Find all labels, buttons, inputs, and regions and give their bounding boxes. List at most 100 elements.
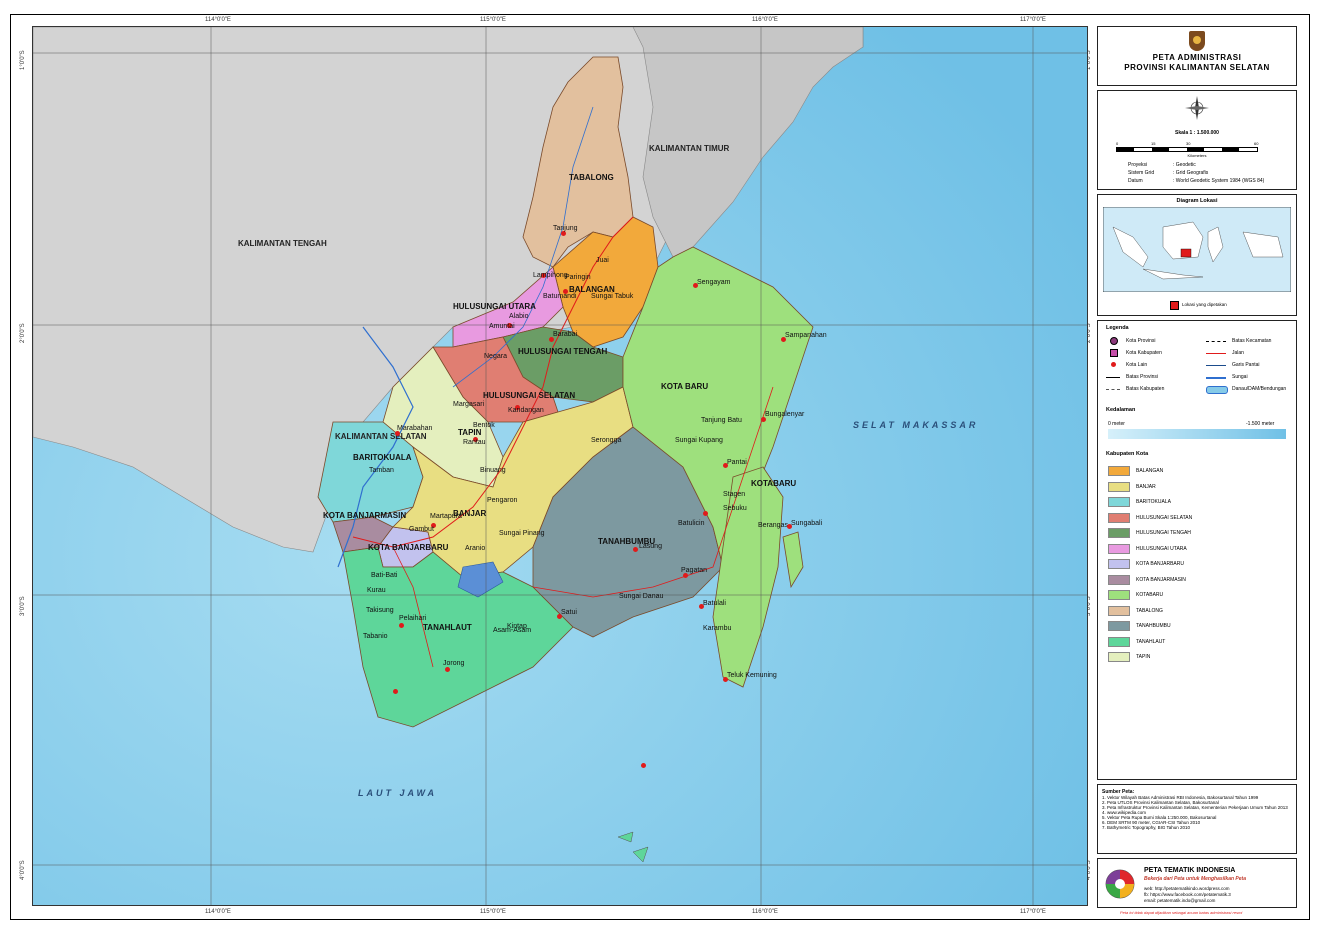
inset-map[interactable] — [1103, 207, 1291, 292]
town-satui: Satui — [561, 609, 577, 616]
scale-unit: Kilometers — [1187, 153, 1207, 158]
source-7: 7. Bathymetric Topography, BIG Tahun 201… — [1102, 825, 1191, 830]
town-rantau: Rantau — [463, 439, 486, 446]
kab-swatch — [1108, 574, 1130, 585]
batas-kabupaten-icon — [1106, 389, 1120, 390]
kab-swatch — [1108, 621, 1130, 631]
kota-kabupaten-icon — [1110, 349, 1118, 357]
town-pengaron: Pengaron — [487, 497, 518, 504]
label-kotabaru: KOTA BARU — [661, 382, 709, 391]
town-sungai-kupang: Sungai Kupang — [675, 437, 723, 444]
scale-bar — [1116, 147, 1258, 152]
depth-max: -1.500 meter — [1246, 421, 1275, 427]
proj-key-0: Proyeksi — [1128, 162, 1148, 168]
scale-tick-60: 60 — [1254, 141, 1259, 146]
label-tapin: TAPIN — [458, 428, 482, 437]
label-kalsel: KALIMANTAN SELATAN — [335, 432, 427, 441]
town-jorong: Jorong — [443, 660, 465, 667]
label-selat-makassar: SELAT MAKASSAR — [853, 420, 979, 430]
title-panel: PETA ADMINISTRASI PROVINSI KALIMANTAN SE… — [1097, 26, 1297, 86]
coord-left-3: 3°0'0"S — [20, 596, 26, 616]
town-amuntai: Amuntai — [489, 323, 515, 330]
coord-top-1: 114°0'0"E — [205, 17, 231, 23]
batas-provinsi-icon — [1106, 377, 1120, 378]
kab-swatch — [1108, 652, 1130, 662]
peta-tematik-logo-icon — [1105, 869, 1135, 899]
kab-label: HULUSUNGAI TENGAH — [1136, 530, 1191, 536]
kab-label: KOTA BANJARBARU — [1136, 561, 1184, 567]
legend-item-garis-pantai: Garis Pantai — [1232, 362, 1260, 368]
town-kandangan: Kandangan — [508, 407, 544, 414]
scale-panel: Skala 1 : 1.500.000 0 15 30 60 Kilometer… — [1097, 90, 1297, 190]
town-pelaihari: Pelaihari — [399, 615, 427, 622]
legend-item-kota-provinsi: Kota Provinsi — [1126, 338, 1156, 344]
label-tanahlaut: TANAHLAUT — [423, 623, 472, 632]
map-canvas[interactable]: KALIMANTAN TENGAH KALIMANTAN TIMUR KALIM… — [32, 26, 1088, 906]
label-kaltim: KALIMANTAN TIMUR — [649, 144, 730, 153]
legend-item-kota-kabupaten: Kota Kabupaten — [1126, 350, 1162, 356]
kab-label: KOTA BANJARMASIN — [1136, 576, 1186, 583]
town-tanjung: Tanjung — [553, 225, 578, 232]
town-juai: Juai — [596, 257, 609, 264]
town-binuang: Binuang — [480, 467, 506, 474]
logo-slogan: Bekerja dari Peta untuk Menghasilkan Pet… — [1144, 876, 1246, 882]
town-alabio: Alabio — [509, 313, 529, 320]
town-paringin: Paringin — [565, 274, 591, 281]
town-aranio: Aranio — [465, 545, 486, 552]
town-sebuku: Sebuku — [723, 505, 747, 512]
kab-swatch — [1108, 590, 1130, 600]
proj-val-0: : Geodetic — [1173, 162, 1196, 168]
kab-swatch — [1108, 636, 1130, 647]
town-tanjung-batu: Tanjung Batu — [701, 417, 742, 424]
kab-label: BANJAR — [1136, 483, 1156, 490]
logo-fb[interactable]: fb: https://www.facebook.com/petatematik… — [1144, 892, 1231, 897]
coord-bottom-2: 115°0'0"E — [480, 909, 506, 915]
inset-panel: Diagram Lokasi Lokasi yang dipetakan — [1097, 194, 1297, 316]
town-pantai: Pantai — [727, 459, 747, 466]
town-dot — [641, 763, 646, 768]
coord-left-2: 2°0'0"S — [20, 323, 26, 343]
legend-item-batas-provinsi: Batas Provinsi — [1126, 374, 1158, 380]
inset-title: Diagram Lokasi — [1176, 198, 1218, 204]
town-tamban: Tamban — [369, 467, 394, 474]
title-line-1: PETA ADMINISTRASI — [1152, 53, 1242, 62]
logo-web[interactable]: web: http://petatematikindo.wordpress.co… — [1144, 886, 1230, 891]
kab-label: TAPIN — [1136, 654, 1151, 660]
town-sungabali: Sungabali — [791, 520, 823, 527]
kab-swatch — [1108, 466, 1130, 476]
kab-swatch — [1108, 528, 1130, 538]
label-kota-banjarbaru: KOTA BANJARBARU — [368, 543, 449, 552]
logo-email[interactable]: email: petatematik.indo@gmail.com — [1144, 898, 1215, 903]
proj-key-2: Datum — [1128, 178, 1143, 184]
coord-left-1: 1°0'0"S — [20, 50, 26, 70]
town-sungai-danau: Sungai Danau — [619, 593, 664, 600]
kota-provinsi-icon — [1110, 337, 1118, 345]
town-bentok: Bentok — [473, 422, 495, 429]
kab-swatch — [1108, 497, 1130, 507]
label-tabalong: TABALONG — [569, 173, 614, 182]
kab-label: TANAHLAUT — [1136, 638, 1166, 645]
legend-title: Legenda — [1106, 325, 1129, 331]
label-hst: HULUSUNGAI TENGAH — [518, 347, 608, 356]
town-batumandi: Batumandi — [543, 293, 577, 300]
label-laut-jawa: LAUT JAWA — [358, 788, 438, 798]
town-bati-bati: Bati-Bati — [371, 572, 398, 579]
proj-val-1: : Grid Geografis — [1173, 170, 1209, 176]
coord-left-4: 4°0'0"S — [20, 860, 26, 880]
label-kota-banjarmasin: KOTA BANJARMASIN — [323, 511, 407, 520]
kab-title: Kabupaten Kota — [1106, 451, 1149, 457]
coord-top-4: 117°0'0"E — [1020, 17, 1046, 23]
compass-icon — [1185, 96, 1209, 120]
town-dot — [703, 511, 708, 516]
inset-legend-label: Lokasi yang dipetakan — [1182, 302, 1227, 307]
town-karambu: Karambu — [703, 625, 732, 632]
logo-panel: PETA TEMATIK INDONESIA Bekerja dari Peta… — [1097, 858, 1297, 908]
label-baritokuala: BARITOKUALA — [353, 453, 412, 462]
batas-kecamatan-icon — [1206, 341, 1226, 342]
town-sengayam: Sengayam — [697, 279, 731, 286]
scale-text: Skala 1 : 1.500.000 — [1175, 130, 1219, 136]
inset-legend-swatch — [1170, 301, 1179, 310]
town-tabanio: Tabanio — [363, 633, 388, 640]
town-kurau: Kurau — [367, 587, 386, 594]
logo-title: PETA TEMATIK INDONESIA — [1144, 867, 1236, 874]
